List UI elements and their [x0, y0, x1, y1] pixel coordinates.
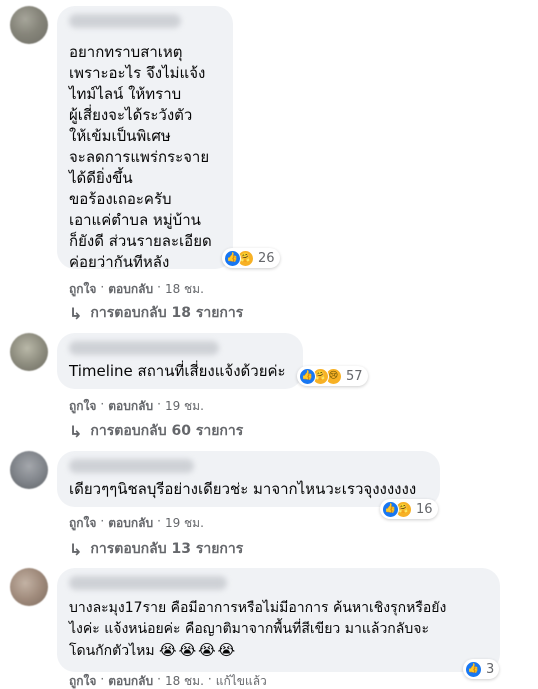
reaction-count: 3 — [486, 661, 495, 677]
like-icon: 👍 — [224, 249, 241, 267]
comment-actions: ถูกใจ · ตอบกลับ · 18 ชม. · แก้ไขแล้ว — [69, 672, 267, 689]
like-button[interactable]: ถูกใจ — [69, 672, 96, 689]
avatar[interactable] — [10, 333, 48, 371]
reply-button[interactable]: ตอบกลับ — [108, 397, 153, 416]
comment-text: บางละมุง17ราย คือมีอาการหรือไม่มีอาการ ค… — [69, 600, 447, 659]
reply-button[interactable]: ตอบกลับ — [108, 514, 153, 533]
comment-text: เดียวๆๆนิชลบุรีอย่างเดียวช่ะ มาจากไหนวะเ… — [69, 480, 417, 498]
like-button[interactable]: ถูกใจ — [69, 397, 96, 416]
view-replies[interactable]: ↳ การตอบกลับ 18 รายการ — [69, 302, 243, 324]
reply-button[interactable]: ตอบกลับ — [108, 280, 153, 299]
comment-bubble: Timeline สถานที่เสี่ยงแจ้งด้วยค่ะ — [57, 333, 303, 389]
author-name[interactable] — [69, 14, 181, 28]
reply-arrow-icon: ↳ — [69, 539, 83, 559]
author-name[interactable] — [69, 576, 227, 590]
reply-arrow-icon: ↳ — [69, 303, 83, 323]
comment-bubble: บางละมุง17ราย คือมีอาการหรือไม่มีอาการ ค… — [57, 568, 500, 672]
avatar[interactable] — [10, 568, 48, 606]
like-icon: 👍 — [299, 367, 316, 385]
reaction-summary[interactable]: 👍 🤗 26 — [222, 248, 280, 268]
comment-text: Timeline สถานที่เสี่ยงแจ้งด้วยค่ะ — [69, 362, 286, 380]
reaction-summary[interactable]: 👍 🤗 😢 57 — [297, 366, 368, 386]
comment-bubble: อยากทราบสาเหตุ เพราะอะไร จึงไม่แจ้ง ไทม์… — [57, 6, 233, 271]
comment-bubble: เดียวๆๆนิชลบุรีอย่างเดียวช่ะ มาจากไหนวะเ… — [57, 451, 440, 507]
edited-label[interactable]: แก้ไขแล้ว — [216, 672, 267, 689]
like-button[interactable]: ถูกใจ — [69, 514, 96, 533]
reaction-count: 16 — [416, 501, 433, 517]
timestamp[interactable]: 18 ชม. — [165, 672, 204, 689]
crying-emoji: 😭😭😭😭 — [159, 641, 238, 659]
replies-label: การตอบกลับ 60 รายการ — [90, 423, 244, 439]
reaction-count: 57 — [346, 368, 363, 384]
replies-label: การตอบกลับ 13 รายการ — [90, 541, 244, 557]
like-button[interactable]: ถูกใจ — [69, 280, 96, 299]
view-replies[interactable]: ↳ การตอบกลับ 13 รายการ — [69, 538, 243, 560]
comment-text: อยากทราบสาเหตุ เพราะอะไร จึงไม่แจ้ง ไทม์… — [69, 43, 212, 271]
comment-actions: ถูกใจ · ตอบกลับ · 19 ชม. — [69, 397, 204, 416]
reaction-summary[interactable]: 👍 🤗 16 — [380, 499, 438, 519]
reaction-count: 26 — [258, 250, 275, 266]
view-replies[interactable]: ↳ การตอบกลับ 60 รายการ — [69, 420, 243, 442]
comment-actions: ถูกใจ · ตอบกลับ · 18 ชม. — [69, 280, 204, 299]
author-name[interactable] — [69, 341, 219, 355]
like-icon: 👍 — [465, 660, 482, 678]
reply-arrow-icon: ↳ — [69, 421, 83, 441]
replies-label: การตอบกลับ 18 รายการ — [90, 305, 244, 321]
avatar[interactable] — [10, 451, 48, 489]
timestamp[interactable]: 19 ชม. — [165, 397, 204, 416]
like-icon: 👍 — [382, 500, 399, 518]
reaction-summary[interactable]: 👍 3 — [463, 659, 500, 679]
author-name[interactable] — [69, 459, 194, 473]
avatar[interactable] — [10, 6, 48, 44]
timestamp[interactable]: 19 ชม. — [165, 514, 204, 533]
timestamp[interactable]: 18 ชม. — [165, 280, 204, 299]
reply-button[interactable]: ตอบกลับ — [108, 672, 153, 689]
comment-actions: ถูกใจ · ตอบกลับ · 19 ชม. — [69, 514, 204, 533]
